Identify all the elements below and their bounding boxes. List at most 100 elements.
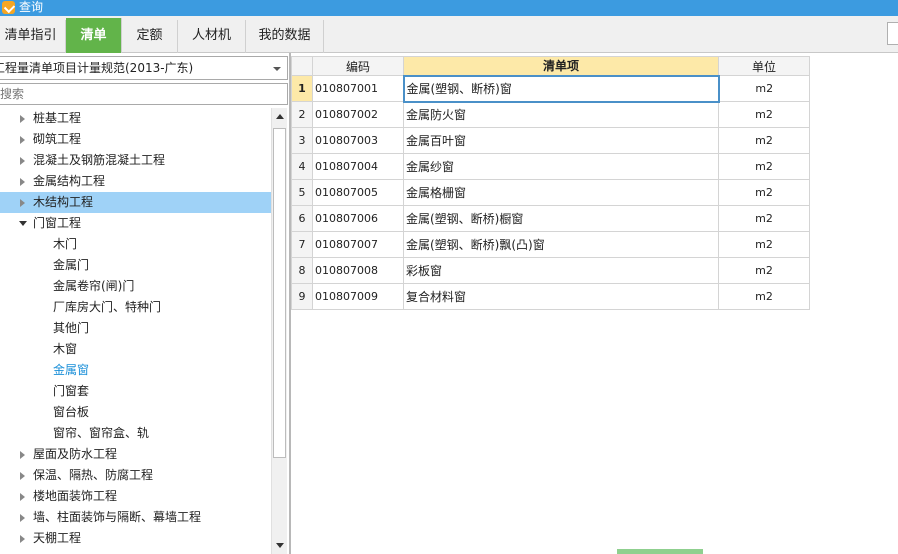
tree-item-label: 门窗工程 (33, 216, 82, 230)
bill-item-cell[interactable]: 复合材料窗 (403, 283, 719, 310)
bill-item-cell[interactable]: 金属(塑钢、断桥)窗 (402, 74, 720, 103)
collapsed-arrow-icon[interactable] (20, 535, 25, 543)
bill-code-cell[interactable]: 010807003 (312, 127, 404, 154)
bill-item-cell[interactable]: 金属百叶窗 (403, 127, 719, 154)
bill-code-cell[interactable]: 010807006 (312, 205, 404, 232)
table-row[interactable]: 8 010807008 彩板窗 m2 (291, 257, 810, 284)
header-code[interactable]: 编码 (312, 56, 404, 76)
tree-item[interactable]: 窗台板 (0, 402, 271, 423)
tree-item[interactable]: 楼地面装饰工程 (0, 486, 271, 507)
tree-item[interactable]: 金属卷帘(闸)门 (0, 276, 271, 297)
tree-item[interactable]: 混凝土及钢筋混凝土工程 (0, 150, 271, 171)
tree-item[interactable]: 门窗工程 (0, 213, 271, 234)
row-number[interactable]: 5 (291, 179, 313, 206)
table-row[interactable]: 3 010807003 金属百叶窗 m2 (291, 127, 810, 154)
scroll-down-icon[interactable] (273, 538, 287, 552)
bill-item-cell[interactable]: 金属(塑钢、断桥)橱窗 (403, 205, 719, 232)
search-input[interactable] (0, 83, 288, 105)
table-row[interactable]: 4 010807004 金属纱窗 m2 (291, 153, 810, 180)
tree-item[interactable]: 桩基工程 (0, 108, 271, 129)
bill-items-grid: 编码 清单项 单位 1 010807001 金属(塑钢、断桥)窗 m2 2 0108070… (291, 54, 898, 554)
bill-code-cell[interactable]: 010807009 (312, 283, 404, 310)
bill-item-cell[interactable]: 金属防火窗 (403, 101, 719, 128)
bill-item-cell[interactable]: 金属(塑钢、断桥)飘(凸)窗 (403, 231, 719, 258)
tab-bill[interactable]: 清单 (66, 18, 122, 53)
collapsed-arrow-icon[interactable] (20, 157, 25, 165)
bill-code-cell[interactable]: 010807008 (312, 257, 404, 284)
table-row[interactable]: 7 010807007 金属(塑钢、断桥)飘(凸)窗 m2 (291, 231, 810, 258)
tree-item[interactable]: 其他门 (0, 318, 271, 339)
spec-dropdown-value: 工程量清单项目计量规范(2013-广东) (0, 61, 194, 75)
bill-code-cell[interactable]: 010807002 (312, 101, 404, 128)
table-row[interactable]: 1 010807001 金属(塑钢、断桥)窗 m2 (291, 74, 810, 103)
row-number[interactable]: 6 (291, 205, 313, 232)
tree-item[interactable]: 木结构工程 (0, 192, 271, 213)
collapsed-arrow-icon[interactable] (20, 115, 25, 123)
row-number[interactable]: 7 (291, 231, 313, 258)
row-number[interactable]: 3 (291, 127, 313, 154)
row-number[interactable]: 8 (291, 257, 313, 284)
bill-item-cell[interactable]: 金属纱窗 (403, 153, 719, 180)
row-number[interactable]: 2 (291, 101, 313, 128)
table-row[interactable]: 2 010807002 金属防火窗 m2 (291, 101, 810, 128)
unit-cell[interactable]: m2 (718, 205, 810, 232)
collapsed-arrow-icon[interactable] (20, 178, 25, 186)
bill-item-cell[interactable]: 彩板窗 (403, 257, 719, 284)
bill-item-cell[interactable]: 金属格栅窗 (403, 179, 719, 206)
collapsed-arrow-icon[interactable] (20, 136, 25, 144)
table-row[interactable]: 5 010807005 金属格栅窗 m2 (291, 179, 810, 206)
unit-cell[interactable]: m2 (718, 231, 810, 258)
tree-item[interactable]: 厂库房大门、特种门 (0, 297, 271, 318)
toolbar-right-input[interactable] (887, 22, 898, 45)
bill-code-cell[interactable]: 010807005 (312, 179, 404, 206)
tree-item[interactable]: 金属门 (0, 255, 271, 276)
bill-code-cell[interactable]: 010807001 (312, 75, 404, 102)
header-bill-item[interactable]: 清单项 (403, 56, 719, 76)
tree-item[interactable]: 门窗套 (0, 381, 271, 402)
tab-bill-guide[interactable]: 清单指引 (0, 20, 66, 53)
bill-code-cell[interactable]: 010807007 (312, 231, 404, 258)
table-row[interactable]: 6 010807006 金属(塑钢、断桥)橱窗 m2 (291, 205, 810, 232)
unit-cell[interactable]: m2 (718, 153, 810, 180)
unit-cell[interactable]: m2 (718, 75, 810, 102)
tree-item[interactable]: 天棚工程 (0, 528, 271, 549)
tree-item[interactable]: 墙、柱面装饰与隔断、幕墙工程 (0, 507, 271, 528)
expanded-arrow-icon[interactable] (19, 221, 27, 226)
unit-cell[interactable]: m2 (718, 257, 810, 284)
bill-code-cell[interactable]: 010807004 (312, 153, 404, 180)
unit-cell[interactable]: m2 (718, 283, 810, 310)
scrollbar-thumb[interactable] (273, 128, 286, 458)
header-unit[interactable]: 单位 (718, 56, 810, 76)
row-number[interactable]: 9 (291, 283, 313, 310)
unit-cell[interactable]: m2 (718, 127, 810, 154)
collapsed-arrow-icon[interactable] (20, 472, 25, 480)
collapsed-arrow-icon[interactable] (20, 199, 25, 207)
tree-item-label: 金属窗 (53, 363, 90, 377)
tree-item[interactable]: 屋面及防水工程 (0, 444, 271, 465)
row-number[interactable]: 4 (291, 153, 313, 180)
tree-item-label: 保温、隔热、防腐工程 (33, 468, 154, 482)
tree-item[interactable]: 金属结构工程 (0, 171, 271, 192)
chevron-down-icon[interactable] (273, 67, 281, 71)
row-number[interactable]: 1 (291, 75, 313, 102)
unit-cell[interactable]: m2 (718, 101, 810, 128)
tree-item-label: 厂库房大门、特种门 (53, 300, 162, 314)
tab-my-data[interactable]: 我的数据 (246, 20, 324, 53)
collapsed-arrow-icon[interactable] (20, 493, 25, 501)
spec-dropdown[interactable]: 工程量清单项目计量规范(2013-广东) (0, 56, 288, 80)
tree-item[interactable]: 窗帘、窗帘盒、轨 (0, 423, 271, 444)
tree-item[interactable]: 砌筑工程 (0, 129, 271, 150)
tree-item[interactable]: 金属窗 (0, 360, 271, 381)
table-row[interactable]: 9 010807009 复合材料窗 m2 (291, 283, 810, 310)
tree-item[interactable]: 木门 (0, 234, 271, 255)
collapsed-arrow-icon[interactable] (20, 451, 25, 459)
tab-labor-material-machine[interactable]: 人材机 (178, 20, 246, 53)
tree-item[interactable]: 木窗 (0, 339, 271, 360)
app-logo-icon (2, 1, 15, 14)
collapsed-arrow-icon[interactable] (20, 514, 25, 522)
unit-cell[interactable]: m2 (718, 179, 810, 206)
scroll-up-icon[interactable] (273, 110, 287, 124)
tab-quota[interactable]: 定额 (122, 20, 178, 53)
tree-scrollbar[interactable] (271, 108, 287, 554)
tree-item[interactable]: 保温、隔热、防腐工程 (0, 465, 271, 486)
